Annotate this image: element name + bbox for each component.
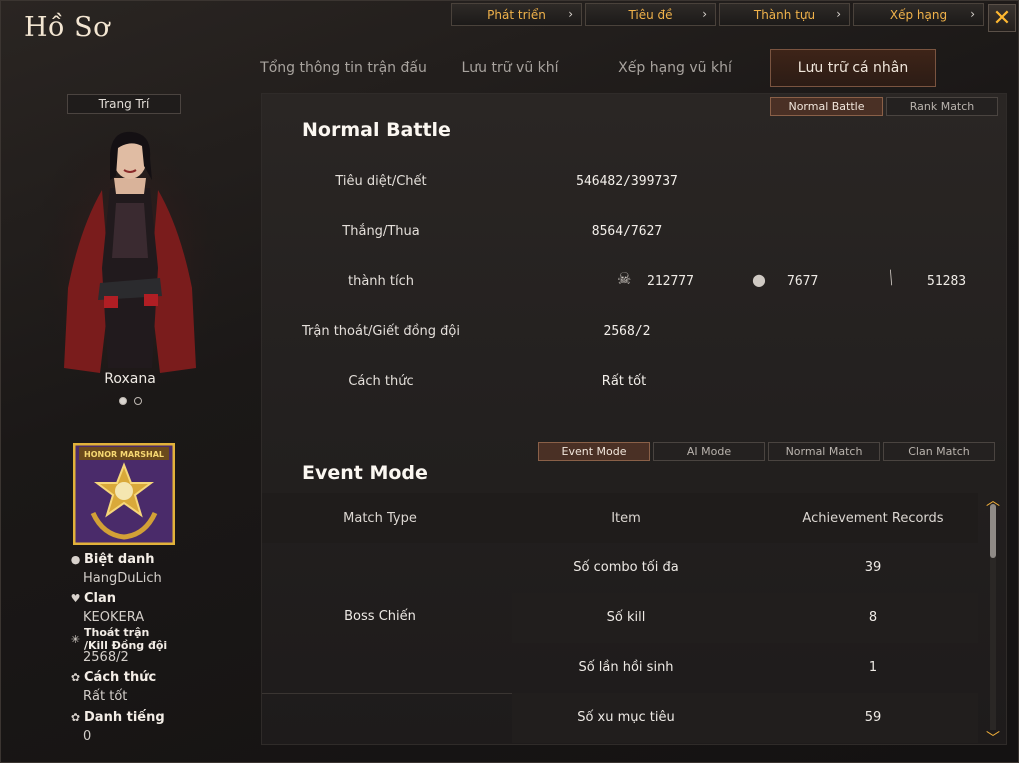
item-cell: Số xu mục tiêu <box>577 710 675 725</box>
stat-value: Rất tốt <box>601 374 647 389</box>
col-header-match-type: Match Type <box>343 511 417 526</box>
nav-label: Tiêu đề <box>628 7 673 22</box>
tab-luu-tru-ca-nhan[interactable]: Lưu trữ cá nhân <box>770 49 936 87</box>
stat-label: Cách thức <box>348 374 414 389</box>
info-label: Thoát trận /Kill Đồng đội <box>84 626 168 652</box>
info-label: Danh tiếng <box>84 710 165 725</box>
battle-toggle: Normal Battle Rank Match <box>770 97 998 116</box>
badge-text: HONOR MARSHAL <box>84 450 164 459</box>
tab-xep-hang-vu-khi[interactable]: Xếp hạng vũ khí <box>580 49 770 87</box>
chevron-right-icon: › <box>836 7 841 21</box>
info-escape-teamkill: ✳ Thoát trận /Kill Đồng đội 2568/2 <box>70 626 174 665</box>
item-cell: Số combo tối đa <box>573 560 679 575</box>
col-header-item: Item <box>611 511 641 526</box>
chevron-right-icon: › <box>970 7 975 21</box>
top-nav: Phát triển › Tiêu đề › Thành tựu › Xếp hạng… <box>451 3 984 26</box>
character-portrait[interactable] <box>40 118 220 380</box>
table-row: Số combo tối đa 39 <box>512 543 978 593</box>
flower-icon: ✿ <box>70 711 81 724</box>
item-cell: Số kill <box>606 610 646 625</box>
nav-label: Xếp hạng <box>889 7 948 22</box>
skull-icon: ☠ <box>617 269 632 288</box>
close-icon: ✕ <box>992 5 1012 31</box>
character-name: Roxana <box>104 371 156 387</box>
info-value: 2568/2 <box>83 650 129 665</box>
nav-tieu-de-button[interactable]: Tiêu đề › <box>585 3 716 26</box>
escape-icon: ✳ <box>70 632 81 646</box>
close-button[interactable]: ✕ <box>988 4 1016 32</box>
table-header: Match Type Item Achievement Records <box>262 493 978 543</box>
tab-normal-match[interactable]: Normal Match <box>768 442 880 461</box>
tab-luu-tru-vu-khi[interactable]: Lưu trữ vũ khí <box>440 49 580 87</box>
person-icon: ● <box>70 553 81 566</box>
info-label: Clan <box>84 591 117 606</box>
stat-label: Thắng/Thua <box>342 224 420 239</box>
nav-thanh-tuu-button[interactable]: Thành tựu › <box>719 3 850 26</box>
carousel-dot[interactable] <box>134 397 142 405</box>
achievement-value: 212777 <box>647 274 694 289</box>
nav-label: Thành tựu <box>753 7 816 22</box>
record-cell: 1 <box>868 660 878 675</box>
normal-battle-button[interactable]: Normal Battle <box>770 97 883 116</box>
tab-ai-mode[interactable]: AI Mode <box>653 442 765 461</box>
info-clan: ♥ Clan KEOKERA <box>70 591 145 625</box>
nav-label: Phát triển <box>487 7 546 22</box>
tab-clan-match[interactable]: Clan Match <box>883 442 995 461</box>
nav-phat-trien-button[interactable]: Phát triển › <box>451 3 582 26</box>
match-type-cell: Boss Chiến <box>344 609 416 624</box>
stat-value: 2568/2 <box>603 324 651 339</box>
tab-tong-thong-tin[interactable]: Tổng thông tin trận đấu <box>247 49 440 87</box>
info-reputation: ✿ Danh tiếng 0 <box>70 710 165 744</box>
table-row: Số kill 8 <box>512 593 978 643</box>
grenade-icon: ● <box>752 270 766 289</box>
tab-label: Tổng thông tin trận đấu <box>260 60 427 76</box>
decor-button[interactable]: Trang Trí <box>67 94 181 114</box>
achievement-value: 51283 <box>927 274 967 289</box>
nav-xep-hang-button[interactable]: Xếp hạng › <box>853 3 984 26</box>
info-label: Cách thức <box>84 670 157 685</box>
table-row: Số xu mục tiêu 59 <box>512 693 978 743</box>
carousel-dot[interactable] <box>119 397 127 405</box>
info-nickname: ● Biệt danh HangDuLich <box>70 552 162 586</box>
table-row: Số lần hồi sinh 1 <box>512 643 978 693</box>
stat-label: Trận thoát/Giết đồng đội <box>301 324 460 339</box>
record-cell: 39 <box>864 560 882 575</box>
info-label: Biệt danh <box>84 552 155 567</box>
stat-label: Tiêu diệt/Chết <box>335 174 427 189</box>
scrollbar-thumb[interactable] <box>990 504 996 558</box>
event-mode-tabs: Event Mode AI Mode Normal Match Clan Mat… <box>538 442 995 461</box>
info-behavior: ✿ Cách thức Rất tốt <box>70 670 156 704</box>
normal-battle-title: Normal Battle <box>302 119 451 141</box>
tab-label: Xếp hạng vũ khí <box>618 60 732 76</box>
tab-label: Lưu trữ vũ khí <box>461 60 559 76</box>
tab-event-mode[interactable]: Event Mode <box>538 442 650 461</box>
achievement-value: 7677 <box>787 274 819 289</box>
clan-icon: ♥ <box>70 592 81 605</box>
carousel-dots <box>119 397 142 405</box>
chevron-right-icon: › <box>568 7 573 21</box>
flower-icon: ✿ <box>70 671 81 684</box>
info-value: HangDuLich <box>83 571 162 586</box>
scroll-down-icon[interactable]: ﹀ <box>986 728 1000 748</box>
item-cell: Số lần hồi sinh <box>578 660 674 675</box>
col-header-achievement: Achievement Records <box>802 511 944 526</box>
rank-match-button[interactable]: Rank Match <box>886 97 998 116</box>
record-cell: 59 <box>864 710 882 725</box>
record-cell: 8 <box>868 610 878 625</box>
rank-badge-icon: HONOR MARSHAL <box>73 443 175 545</box>
stat-value: 8564/7627 <box>591 224 663 239</box>
main-tabs: Tổng thông tin trận đấu Lưu trữ vũ khí X… <box>247 49 936 87</box>
window-title: Hồ Sơ <box>24 12 110 43</box>
info-value: Rất tốt <box>83 689 128 704</box>
stat-label: thành tích <box>347 274 414 289</box>
event-mode-title: Event Mode <box>302 462 428 484</box>
tab-label: Lưu trữ cá nhân <box>797 60 909 76</box>
info-value: KEOKERA <box>83 610 145 625</box>
stat-value: 546482/399737 <box>576 174 678 189</box>
info-value: 0 <box>83 729 92 744</box>
chevron-right-icon: › <box>702 7 707 21</box>
